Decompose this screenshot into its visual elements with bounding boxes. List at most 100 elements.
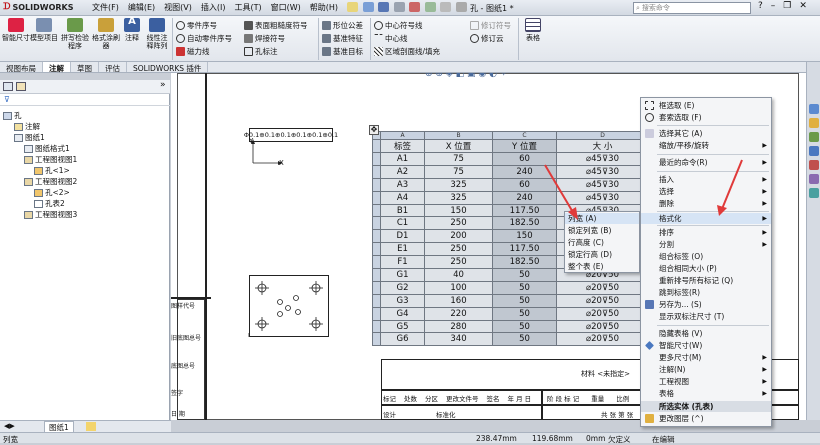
column-header-letter[interactable]: B: [424, 131, 493, 140]
table-cell[interactable]: 340: [424, 332, 493, 347]
table-cell[interactable]: G4: [380, 306, 425, 321]
row-number[interactable]: [372, 229, 381, 244]
menu-combine-tags[interactable]: 组合标签 (O): [641, 251, 771, 262]
model-items-button[interactable]: 模型项目: [30, 18, 58, 42]
revision-symbol-button[interactable]: 修订符号: [470, 20, 511, 31]
undo-icon[interactable]: [409, 2, 421, 12]
zoom-area-icon[interactable]: ⊕: [435, 73, 443, 79]
table-cell[interactable]: 250: [424, 255, 493, 270]
menu-window[interactable]: 窗口(W): [271, 2, 301, 14]
menu-dual-dimension[interactable]: 显示双标注尺寸 (T): [641, 311, 771, 322]
table-cell[interactable]: 220: [424, 306, 493, 321]
table-cell[interactable]: 240: [492, 190, 557, 205]
datum-target-button[interactable]: 基准目标: [322, 46, 363, 57]
table-cell[interactable]: A1: [380, 152, 425, 166]
row-number[interactable]: [372, 293, 381, 308]
table-cell[interactable]: 182.50: [492, 216, 557, 231]
expand-panel-icon[interactable]: »: [160, 80, 166, 90]
submenu-column-width[interactable]: 列宽 (A): [565, 213, 639, 224]
table-header-cell[interactable]: Y 位置: [492, 139, 557, 153]
balloon-button[interactable]: 零件序号: [176, 20, 217, 31]
row-number[interactable]: [372, 139, 381, 153]
table-header-cell[interactable]: X 位置: [424, 139, 493, 153]
table-row[interactable]: G6 340 50 ⌀20⊽50: [372, 332, 649, 347]
table-cell[interactable]: G3: [380, 293, 425, 308]
table-cell[interactable]: 75: [424, 152, 493, 166]
table-cell[interactable]: 250: [424, 216, 493, 231]
table-cell[interactable]: D1: [380, 229, 425, 244]
table-row[interactable]: G5 280 50 ⌀20⊽50: [372, 319, 649, 334]
material-label[interactable]: 材料 <未指定>: [581, 369, 630, 379]
select-icon[interactable]: [424, 2, 436, 12]
tree-part-hole2[interactable]: 孔<2>: [34, 187, 70, 198]
table-cell[interactable]: B1: [380, 203, 425, 218]
magnetic-line-button[interactable]: 磁力线: [176, 46, 210, 57]
row-number[interactable]: [372, 280, 381, 295]
column-header-letter[interactable]: C: [492, 131, 557, 140]
surface-finish-button[interactable]: 表面粗糙度符号: [244, 20, 308, 31]
tab-annotation[interactable]: 注解: [43, 62, 71, 73]
menu-renumber-tags[interactable]: 重新排号所有标记 (Q): [641, 275, 771, 286]
menu-select-other[interactable]: 选择其它 (A): [641, 128, 771, 139]
previous-view-icon[interactable]: ◈: [446, 73, 453, 79]
table-cell[interactable]: 50: [492, 268, 557, 282]
row-number[interactable]: [372, 190, 381, 205]
note-button[interactable]: A 注释: [120, 17, 144, 42]
save-icon[interactable]: [378, 2, 390, 12]
view-palette-icon[interactable]: [809, 146, 819, 156]
row-number[interactable]: [372, 255, 381, 270]
tree-root-part[interactable]: 孔: [3, 110, 22, 121]
sheet-nav-icon[interactable]: ◀▶: [4, 422, 15, 430]
tree-annotations[interactable]: 注解: [14, 121, 40, 132]
table-cell[interactable]: 325: [424, 177, 493, 192]
tab-sketch[interactable]: 草图: [71, 62, 99, 73]
table-cell[interactable]: ⌀20⊽50: [556, 280, 649, 295]
table-cell[interactable]: ⌀20⊽50: [556, 319, 649, 334]
table-cell[interactable]: 60: [492, 152, 557, 166]
row-number[interactable]: [372, 242, 381, 257]
design-library-icon[interactable]: [809, 118, 819, 128]
row-number[interactable]: [372, 268, 381, 282]
table-cell[interactable]: ⌀45⊽30: [556, 152, 649, 166]
custom-properties-icon[interactable]: [809, 174, 819, 184]
table-cell[interactable]: 280: [424, 319, 493, 334]
menu-edit[interactable]: 编辑(E): [128, 2, 155, 14]
zoom-fit-icon[interactable]: ⊕: [425, 73, 433, 79]
heads-up-view-toolbar[interactable]: ⊕ ⊕ ◈ ◧ ▣ ◉ ◐ ✧: [425, 73, 507, 79]
row-number[interactable]: [372, 319, 381, 334]
resources-icon[interactable]: [809, 104, 819, 114]
table-row[interactable]: A4 325 240 ⌀45⊽30: [372, 190, 649, 205]
add-sheet-icon[interactable]: [86, 422, 96, 431]
table-cell[interactable]: A2: [380, 164, 425, 179]
row-number[interactable]: [372, 152, 381, 166]
revision-cloud-button[interactable]: 修订云: [470, 33, 504, 44]
help-icon[interactable]: ?: [758, 1, 763, 11]
table-cell[interactable]: 40: [424, 268, 493, 282]
table-cell[interactable]: ⌀20⊽50: [556, 332, 649, 347]
column-header-letter[interactable]: A: [380, 131, 425, 140]
submenu-lock-column-width[interactable]: 锁定列宽 (B): [565, 225, 639, 236]
menu-delete[interactable]: 删除 ▶: [641, 198, 771, 209]
geometric-tolerance-button[interactable]: 形位公差: [322, 20, 363, 31]
centerline-button[interactable]: 中心线: [374, 33, 408, 44]
tree-drawing-view3[interactable]: 工程图视图3: [24, 209, 77, 220]
linear-note-pattern-button[interactable]: 线性注释阵列: [144, 18, 170, 50]
datum-feature-button[interactable]: 基准特征: [322, 33, 363, 44]
tables-button[interactable]: 表格: [522, 18, 544, 42]
table-row[interactable]: A2 75 240 ⌀45⊽30: [372, 164, 649, 179]
hole-callout-button[interactable]: 孔标注: [244, 46, 278, 57]
table-cell[interactable]: G1: [380, 268, 425, 282]
file-explorer-icon[interactable]: [809, 132, 819, 142]
menu-recent-commands[interactable]: 最近的命令(R) ▶: [641, 157, 771, 168]
spell-check-button[interactable]: 拼写检验程序: [60, 18, 90, 50]
minimize-icon[interactable]: –: [771, 1, 776, 11]
menu-change-layer[interactable]: 更改图层 (^): [641, 413, 771, 424]
table-cell[interactable]: A3: [380, 177, 425, 192]
menu-help[interactable]: 帮助(H): [310, 2, 338, 14]
print-icon[interactable]: [393, 2, 405, 12]
table-cell[interactable]: 100: [424, 280, 493, 295]
row-number[interactable]: [372, 164, 381, 179]
section-icon[interactable]: ◧: [456, 73, 465, 79]
appearances-icon[interactable]: [809, 160, 819, 170]
forum-icon[interactable]: [809, 188, 819, 198]
